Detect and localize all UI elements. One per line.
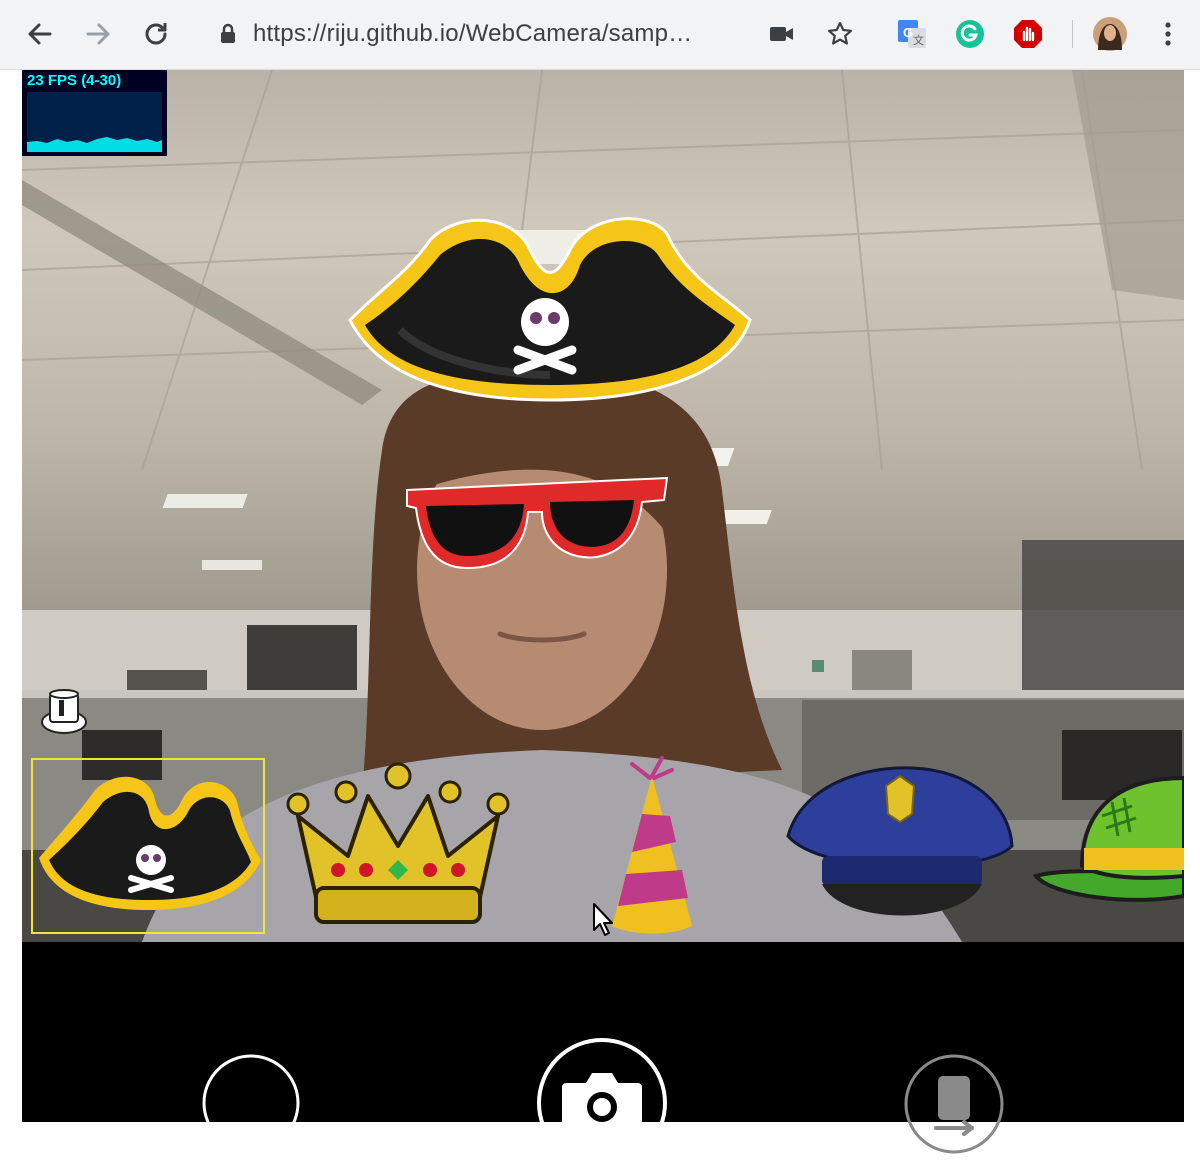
forward-button[interactable] xyxy=(78,14,118,54)
profile-avatar[interactable] xyxy=(1090,14,1130,54)
sunglasses-overlay xyxy=(406,476,669,570)
address-bar[interactable]: https://riju.github.io/WebCamera/samp… xyxy=(205,8,815,60)
lock-icon xyxy=(221,23,235,43)
camera-icon xyxy=(562,1073,642,1133)
green-bowler-hat-icon xyxy=(1032,775,1184,902)
fps-label: 23 FPS (4-30) xyxy=(27,72,122,89)
filter-toggle-button[interactable] xyxy=(201,1053,301,1153)
google-translate-icon: G 文 xyxy=(898,20,926,48)
adblock-icon xyxy=(1014,20,1042,48)
bookmark-star-icon xyxy=(827,21,853,45)
kebab-menu-icon xyxy=(1165,22,1171,46)
grammarly-icon xyxy=(956,20,984,48)
camera-indicator[interactable] xyxy=(762,14,802,54)
fps-stats-panel[interactable]: 23 FPS (4-30) xyxy=(22,70,167,156)
mouse-cursor-icon xyxy=(593,903,613,936)
hat-item-crown[interactable] xyxy=(278,756,518,942)
hat-item-pirate[interactable] xyxy=(31,758,265,934)
fps-graph xyxy=(27,92,162,152)
extension-grammarly[interactable] xyxy=(950,14,990,54)
back-button[interactable] xyxy=(20,14,60,54)
crown-icon xyxy=(286,762,510,924)
extension-adblock[interactable] xyxy=(1008,14,1048,54)
switch-camera-icon xyxy=(934,1076,974,1136)
svg-text:文: 文 xyxy=(913,33,924,47)
webcamera-app: 23 FPS (4-30) xyxy=(22,70,1184,1168)
camera-indicator-icon xyxy=(770,27,793,41)
back-arrow-icon xyxy=(28,23,52,45)
forward-arrow-icon xyxy=(86,23,110,45)
reload-icon xyxy=(145,23,167,45)
hat-item-police-cap[interactable] xyxy=(782,756,1018,942)
hat-item-bowler[interactable] xyxy=(1032,756,1184,942)
video-feed: 23 FPS (4-30) xyxy=(22,70,1184,942)
capture-button[interactable] xyxy=(536,1037,668,1169)
extension-translate[interactable]: G 文 xyxy=(892,14,932,54)
police-cap-icon xyxy=(786,766,1014,916)
svg-text:G: G xyxy=(903,25,913,40)
camera-controls xyxy=(22,942,1184,1168)
pirate-hat-overlay xyxy=(348,217,752,402)
reload-button[interactable] xyxy=(136,14,176,54)
fps-graph-bars xyxy=(27,137,162,152)
top-hat-icon[interactable] xyxy=(40,688,90,736)
pirate-hat-icon xyxy=(39,776,261,910)
toolbar-separator xyxy=(1072,20,1073,48)
switch-camera-button[interactable] xyxy=(902,1052,1006,1156)
url-text[interactable]: https://riju.github.io/WebCamera/samp… xyxy=(253,20,743,48)
bookmark-button[interactable] xyxy=(820,14,860,54)
avatar xyxy=(1093,17,1127,51)
browser-menu-button[interactable] xyxy=(1148,14,1188,54)
browser-toolbar: https://riju.github.io/WebCamera/samp… G… xyxy=(0,0,1200,70)
